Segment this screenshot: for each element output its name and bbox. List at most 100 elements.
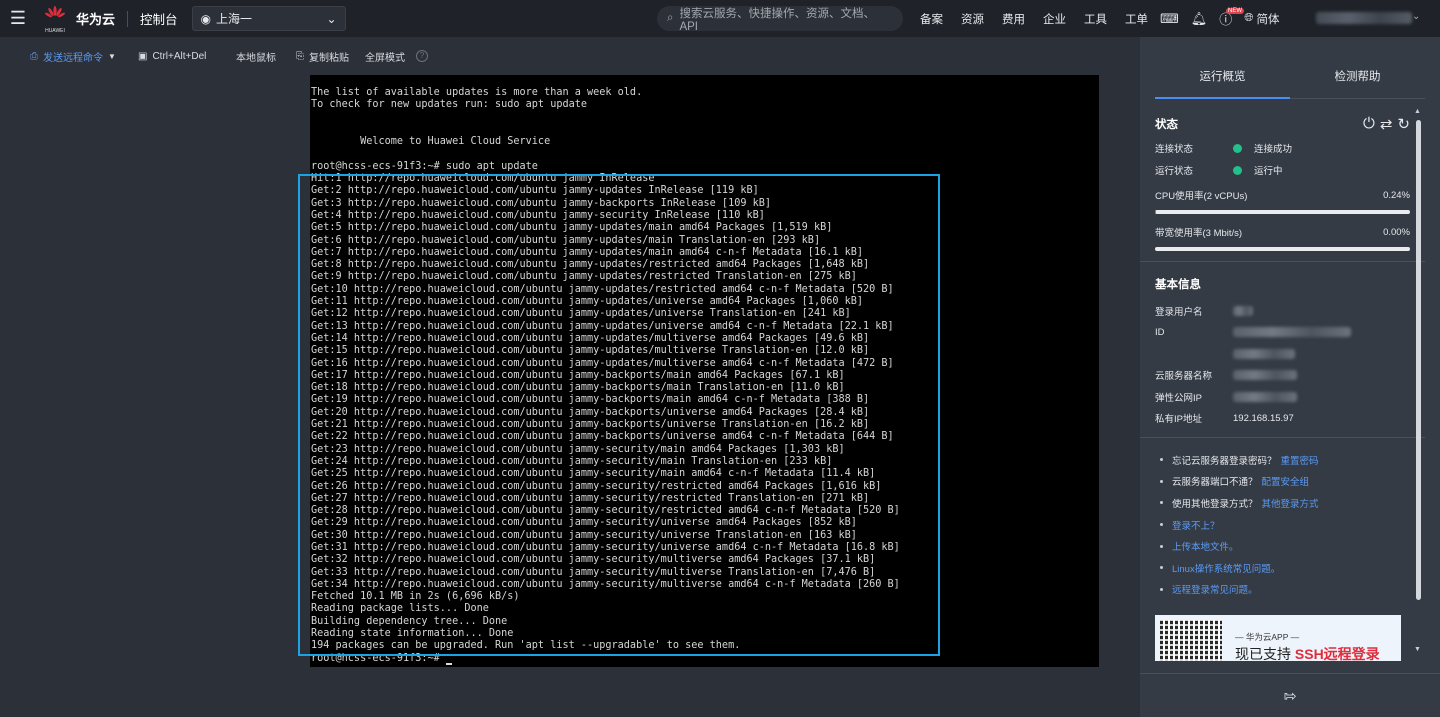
instance-id-value-redacted-2	[1233, 348, 1295, 359]
scrollbar-thumb[interactable]	[1416, 120, 1421, 600]
terminal-output: The list of available updates is more th…	[311, 87, 1099, 653]
huawei-logo[interactable]: HUAWEI 华为云	[44, 3, 115, 34]
global-search[interactable]: ⌕ 搜索云服务、快捷操作、资源、文档、API	[657, 6, 903, 33]
collapse-panel-button[interactable]: ⇰	[1140, 673, 1440, 717]
terminal-line: Get:26 http://repo.huaweicloud.com/ubunt…	[311, 480, 882, 492]
question-circle-icon[interactable]: ?	[416, 50, 428, 62]
language-switch[interactable]: 🌐︎ 简体	[1244, 11, 1279, 27]
globe-icon: 🌐︎	[1244, 12, 1254, 24]
tab-diagnostics-help[interactable]: 检测帮助	[1290, 37, 1425, 98]
linux-faq-link[interactable]: Linux操作系统常见问题。	[1172, 561, 1280, 575]
nav-link-tools[interactable]: 工具	[1084, 11, 1107, 27]
console-link[interactable]: 控制台	[140, 9, 178, 28]
cloud-shell-icon[interactable]: ⌨	[1160, 11, 1179, 27]
cannot-login-link[interactable]: 登录不上？	[1172, 518, 1220, 532]
copy-paste-button[interactable]: ⎘ 复制粘贴	[296, 49, 349, 64]
terminal-line: Get:33 http://repo.huaweicloud.com/ubunt…	[311, 566, 876, 578]
terminal-line: Get:34 http://repo.huaweicloud.com/ubunt…	[311, 578, 900, 590]
security-group-link[interactable]: 配置安全组	[1262, 474, 1310, 488]
qr-code	[1160, 620, 1222, 661]
terminal-line: Get:20 http://repo.huaweicloud.com/ubunt…	[311, 406, 870, 418]
eip-value-redacted	[1233, 391, 1297, 402]
promo-title-prefix: 现已支持	[1235, 646, 1295, 661]
terminal-line: Hit:1 http://repo.huaweicloud.com/ubuntu…	[311, 173, 655, 185]
server-name-value-redacted	[1233, 370, 1297, 381]
terminal-line: Get:15 http://repo.huaweicloud.com/ubunt…	[311, 345, 870, 357]
terminal-line: Get:11 http://repo.huaweicloud.com/ubunt…	[311, 296, 864, 308]
help-item: 使用其他登录方式？ 其他登录方式	[1155, 492, 1410, 514]
app-promo-banner[interactable]: — 华为云APP — 现已支持 SSH远程登录	[1155, 615, 1401, 661]
region-selector[interactable]: ◉ 上海一 ⌄	[191, 6, 346, 31]
nav-link-resources[interactable]: 资源	[961, 11, 984, 27]
instance-id-row-2	[1155, 343, 1410, 365]
server-name-label: 云服务器名称	[1155, 371, 1213, 383]
ctrl-alt-del-button[interactable]: ▣ Ctrl+Alt+Del	[138, 51, 206, 62]
terminal-line: Get:7 http://repo.huaweicloud.com/ubuntu…	[311, 246, 864, 258]
bandwidth-usage: 带宽使用率(3 Mbit/s) 0.00%	[1155, 224, 1410, 251]
copy-paste-label: 复制粘贴	[309, 52, 349, 64]
terminal-line: Reading state information... Done	[311, 628, 514, 640]
promo-title-highlight: SSH远程登录	[1294, 646, 1380, 661]
power-icon[interactable]: ⏻	[1363, 115, 1375, 133]
side-panel: 运行概览 检测帮助 状态 ⏻ ⇄ ↻ 连接状态 连接成功 运行状态 运行中 CP…	[1140, 37, 1440, 717]
instance-id-value-redacted	[1233, 327, 1351, 338]
terminal-line: Get:12 http://repo.huaweicloud.com/ubunt…	[311, 308, 851, 320]
refresh-icon[interactable]: ↻	[1397, 115, 1410, 133]
help-item: 远程登录常见问题。	[1155, 579, 1410, 601]
terminal-line: Get:5 http://repo.huaweicloud.com/ubuntu…	[311, 222, 833, 234]
nav-link-billing[interactable]: 费用	[1002, 11, 1025, 27]
bandwidth-usage-bar	[1155, 247, 1410, 251]
fullscreen-button[interactable]: 全屏模式 ?	[365, 49, 428, 64]
user-menu-caret-icon[interactable]: ⌄	[1412, 11, 1420, 22]
divider	[1140, 437, 1425, 438]
panel-body: 状态 ⏻ ⇄ ↻ 连接状态 连接成功 运行状态 运行中 CPU使用率(2 vCP…	[1140, 111, 1425, 601]
terminal-line: Get:16 http://repo.huaweicloud.com/ubunt…	[311, 357, 894, 369]
nav-link-filing[interactable]: 备案	[920, 11, 943, 27]
chevron-down-icon: ⌄	[326, 11, 337, 26]
location-pin-icon: ◉	[200, 11, 212, 26]
menu-icon[interactable]: ☰	[0, 0, 36, 37]
command-icon: ⎙	[30, 50, 38, 62]
terminal-line: To check for new updates run: sudo apt u…	[311, 99, 588, 111]
cpu-usage-bar	[1155, 210, 1410, 214]
send-remote-command-button[interactable]: ⎙ 发送远程命令 ▼	[30, 49, 116, 64]
private-ip-value: 192.168.15.97	[1233, 412, 1294, 424]
language-label: 简体	[1256, 13, 1280, 26]
nav-link-tickets[interactable]: 工单	[1125, 11, 1148, 27]
restart-icon[interactable]: ⇄	[1380, 115, 1393, 133]
promo-title: 现已支持 SSH远程登录	[1235, 644, 1380, 661]
reset-password-link[interactable]: 重置密码	[1281, 453, 1319, 467]
user-account-name[interactable]	[1316, 12, 1412, 24]
terminal-line: root@hcss-ecs-91f3:~# sudo apt update	[311, 160, 538, 172]
nav-link-enterprise[interactable]: 企业	[1043, 11, 1066, 27]
bell-icon[interactable]: 🔔︎	[1191, 11, 1208, 27]
scroll-up-icon[interactable]: ▲	[1414, 108, 1421, 115]
ctrl-alt-del-label: Ctrl+Alt+Del	[152, 50, 207, 62]
other-login-link[interactable]: 其他登录方式	[1262, 496, 1319, 510]
cpu-usage: CPU使用率(2 vCPUs) 0.24%	[1155, 187, 1410, 214]
top-nav-links: 备案 资源 费用 企业 工具 工单	[920, 0, 1166, 37]
scroll-down-icon[interactable]: ▼	[1414, 646, 1421, 653]
instance-id-row: ID	[1155, 322, 1410, 344]
clipboard-icon: ⎘	[296, 50, 304, 62]
local-mouse-button[interactable]: 本地鼠标	[236, 49, 276, 64]
upload-file-link[interactable]: 上传本地文件。	[1172, 539, 1239, 553]
terminal-line: Get:8 http://repo.huaweicloud.com/ubuntu…	[311, 259, 870, 271]
terminal-line: Reading package lists... Done	[311, 603, 489, 615]
terminal-line: Get:17 http://repo.huaweicloud.com/ubunt…	[311, 369, 845, 381]
status-header: 状态 ⏻ ⇄ ↻	[1155, 111, 1410, 137]
remote-login-faq-link[interactable]: 远程登录常见问题。	[1172, 582, 1258, 596]
tab-overview[interactable]: 运行概览	[1155, 37, 1290, 99]
terminal-screen[interactable]: The list of available updates is more th…	[310, 75, 1099, 667]
region-label: 上海一	[216, 12, 253, 26]
terminal-line: Get:30 http://repo.huaweicloud.com/ubunt…	[311, 529, 857, 541]
brand-name: 华为云	[76, 12, 116, 27]
terminal-line: Welcome to Huawei Cloud Service	[311, 136, 551, 148]
terminal-prompt-line: root@hcss-ecs-91f3:~#	[311, 653, 1099, 665]
panel-scrollbar[interactable]: ▲ ▼	[1414, 108, 1423, 660]
cpu-usage-value: 0.24%	[1383, 189, 1410, 201]
connection-status-value: 连接成功	[1254, 144, 1293, 155]
running-status-label: 运行状态	[1155, 166, 1194, 177]
